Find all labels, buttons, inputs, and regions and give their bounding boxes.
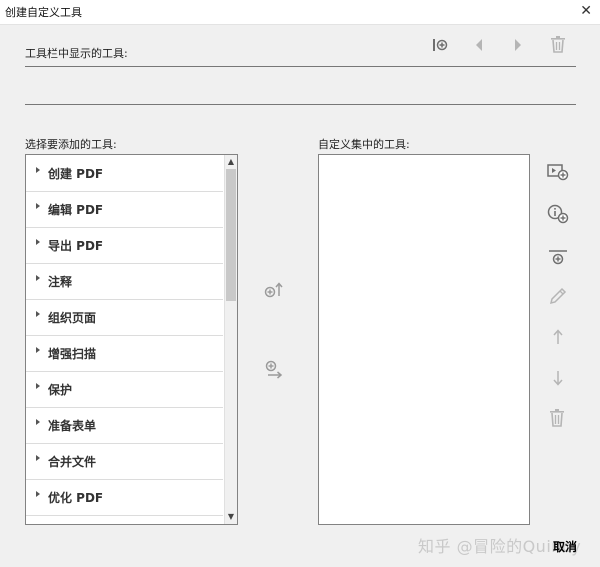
list-item[interactable]: 合并文件 [26, 443, 223, 480]
move-down-icon[interactable] [551, 369, 565, 391]
window-title: 创建自定义工具 [5, 6, 82, 19]
list-item[interactable]: 优化 PDF [26, 479, 223, 516]
custom-set-label: 自定义集中的工具: [318, 138, 410, 151]
cancel-button[interactable]: 取消 [553, 538, 577, 555]
add-to-toolbar-icon[interactable] [264, 281, 284, 303]
expand-arrow-icon[interactable] [36, 203, 40, 209]
available-tools-label: 选择要添加的工具: [25, 138, 117, 151]
list-item[interactable]: 编辑 PDF [26, 191, 223, 228]
scroll-down-icon[interactable]: ▼ [225, 510, 237, 523]
move-right-icon[interactable] [512, 37, 524, 53]
list-item[interactable]: 创建 PDF [26, 155, 223, 192]
list-item[interactable]: 准备表单 [26, 407, 223, 444]
expand-arrow-icon[interactable] [36, 419, 40, 425]
scroll-thumb[interactable] [226, 169, 236, 301]
delete-icon[interactable] [549, 35, 567, 53]
delete-icon[interactable] [548, 408, 566, 432]
available-tools-list[interactable]: 创建 PDF 编辑 PDF 导出 PDF 注释 组织页面 增强扫描 保护 准备表… [25, 154, 238, 525]
list-item[interactable] [26, 515, 223, 524]
add-separator-icon[interactable] [548, 249, 568, 271]
close-icon[interactable]: ✕ [580, 2, 592, 20]
add-to-custom-set-icon[interactable] [264, 360, 284, 384]
list-item[interactable]: 导出 PDF [26, 227, 223, 264]
toolbar-tools-area[interactable] [25, 66, 576, 105]
expand-arrow-icon[interactable] [36, 455, 40, 461]
list-item[interactable]: 注释 [26, 263, 223, 300]
expand-arrow-icon[interactable] [36, 491, 40, 497]
list-item[interactable]: 保护 [26, 371, 223, 408]
expand-arrow-icon[interactable] [36, 167, 40, 173]
expand-arrow-icon[interactable] [36, 347, 40, 353]
list-item[interactable]: 组织页面 [26, 299, 223, 336]
expand-arrow-icon[interactable] [36, 311, 40, 317]
custom-set-list[interactable] [318, 154, 530, 525]
expand-arrow-icon[interactable] [36, 383, 40, 389]
expand-arrow-icon[interactable] [36, 239, 40, 245]
scroll-up-icon[interactable]: ▲ [225, 155, 237, 168]
move-left-icon[interactable] [473, 37, 485, 53]
add-separator-icon[interactable] [432, 37, 448, 53]
move-up-icon[interactable] [551, 328, 565, 350]
add-tool-icon[interactable] [547, 163, 569, 185]
expand-arrow-icon[interactable] [36, 275, 40, 281]
list-scrollbar[interactable]: ▲ ▼ [224, 155, 237, 524]
edit-icon[interactable] [549, 287, 567, 309]
add-info-icon[interactable] [547, 204, 569, 228]
list-item[interactable]: 增强扫描 [26, 335, 223, 372]
title-bar: 创建自定义工具 ✕ [0, 0, 600, 25]
toolbar-section-label: 工具栏中显示的工具: [25, 47, 128, 60]
